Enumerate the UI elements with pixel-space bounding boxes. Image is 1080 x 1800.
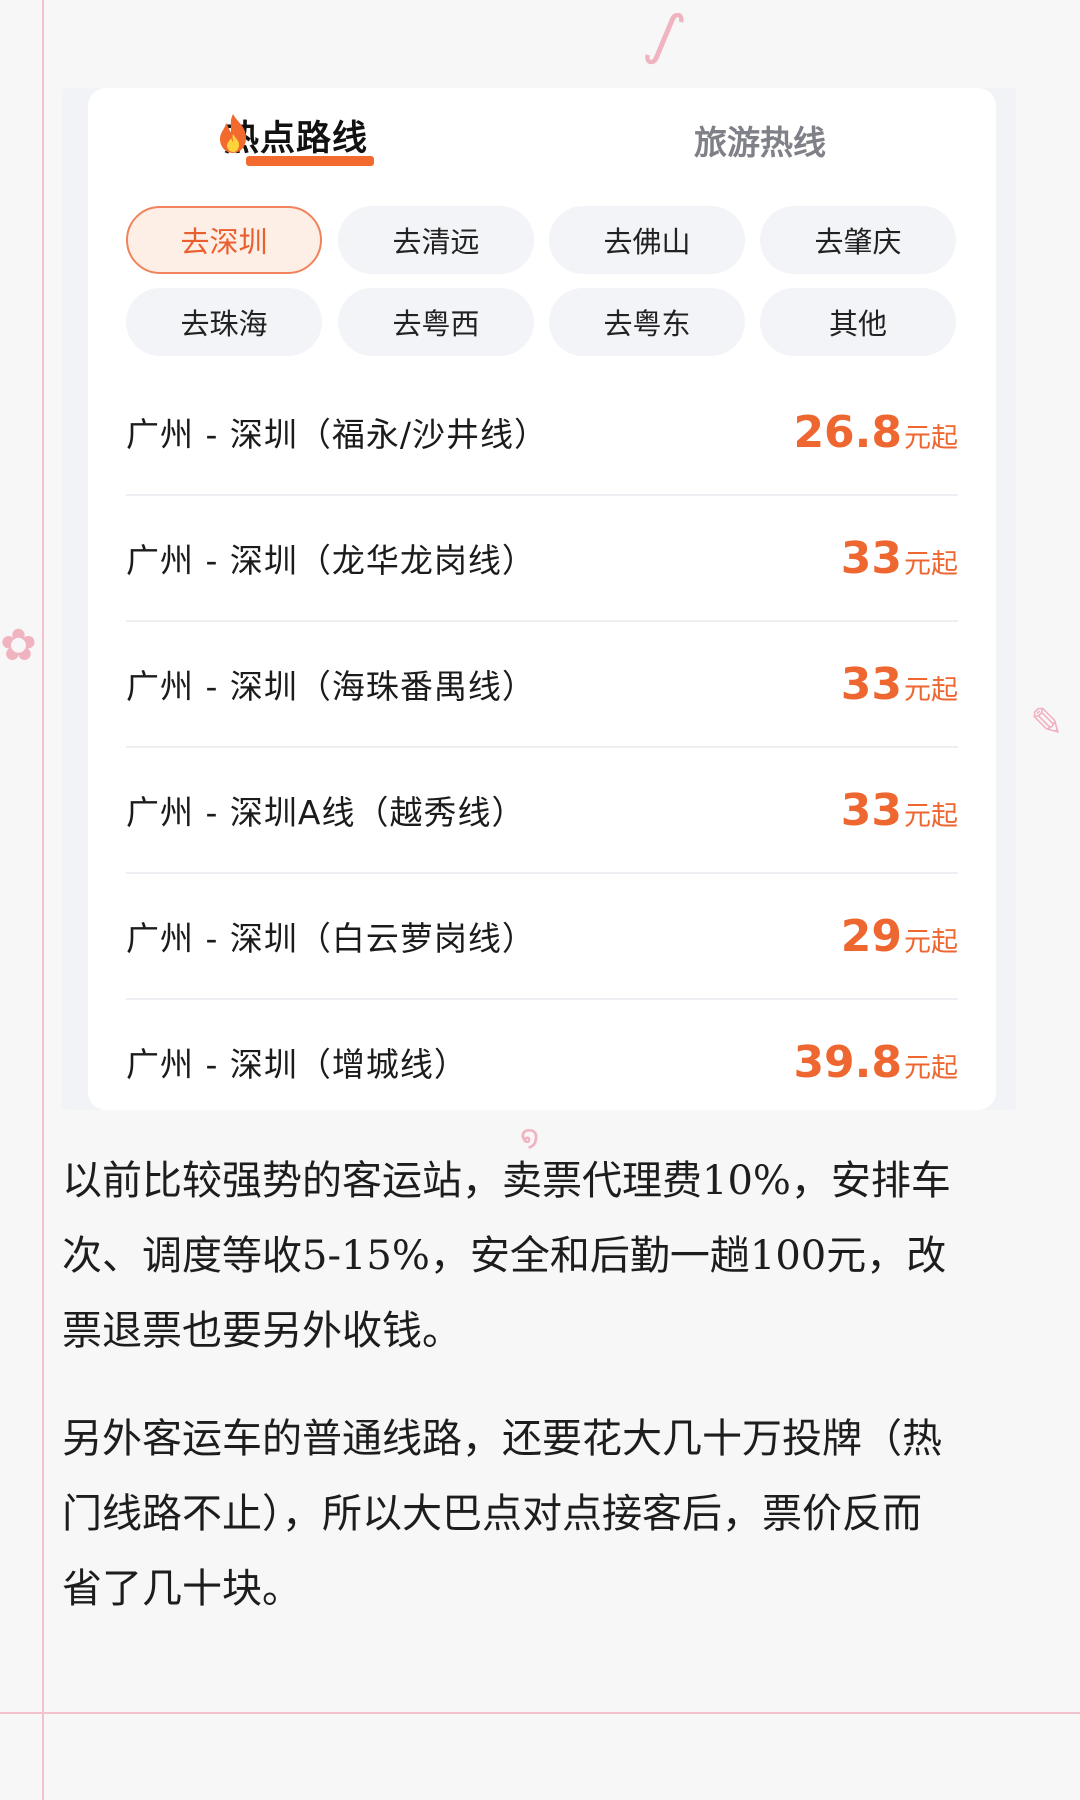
destination-chip-yuedong[interactable]: 去粤东 <box>549 288 745 356</box>
route-card: 热点路线 旅游热线 去深圳 去清远 去佛山 去肇庆 去珠海 去粤西 去粤东 其他… <box>88 88 996 1110</box>
route-name: 广州 - 深圳（增城线） <box>126 1045 468 1084</box>
doodle-icon: ✿ <box>0 620 37 671</box>
price-unit: 元起 <box>904 1052 958 1084</box>
route-name: 广州 - 深圳A线（越秀线） <box>126 793 526 832</box>
route-row[interactable]: 广州 - 深圳（增城线） 39.8 元起 <box>126 1000 958 1124</box>
route-name: 广州 - 深圳（海珠番禺线） <box>126 667 536 706</box>
route-name: 广州 - 深圳（龙华龙岗线） <box>126 541 536 580</box>
route-row[interactable]: 广州 - 深圳（白云萝岗线） 29 元起 <box>126 874 958 998</box>
flame-icon <box>220 114 246 153</box>
article-line: 另外客运车的普通线路，还要花大几十万投牌（热 <box>62 1416 942 1462</box>
article-paragraph-2: 另外客运车的普通线路，还要花大几十万投牌（热 门线路不止），所以大巴点对点接客后… <box>62 1402 1022 1627</box>
route-price: 33 元起 <box>841 533 958 584</box>
price-value: 33 <box>840 784 902 836</box>
route-row[interactable]: 广州 - 深圳（海珠番禺线） 33 元起 <box>126 622 958 746</box>
article-line: 以前比较强势的客运站，卖票代理费10%，安排车 <box>62 1158 951 1204</box>
app-screenshot: 热点路线 旅游热线 去深圳 去清远 去佛山 去肇庆 去珠海 去粤西 去粤东 其他… <box>62 88 1016 1110</box>
destination-chip-yuexi[interactable]: 去粤西 <box>338 288 534 356</box>
tab-travel-routes[interactable]: 旅游热线 <box>694 116 826 172</box>
destination-chip-foshan[interactable]: 去佛山 <box>549 206 745 274</box>
route-price: 29 元起 <box>841 911 958 962</box>
route-price: 33 元起 <box>841 659 958 710</box>
price-unit: 元起 <box>904 422 958 454</box>
article-line: 次、调度等收5-15%，安全和后勤一趟100元，改 <box>62 1233 947 1279</box>
route-price: 26.8 元起 <box>793 407 958 458</box>
price-unit: 元起 <box>904 800 958 832</box>
article-paragraph-1: 以前比较强势的客运站，卖票代理费10%，安排车 次、调度等收5-15%，安全和后… <box>62 1144 1022 1369</box>
tab-bar: 热点路线 旅游热线 <box>88 88 996 184</box>
price-unit: 元起 <box>904 548 958 580</box>
destination-chip-zhaoqing[interactable]: 去肇庆 <box>760 206 956 274</box>
doodle-icon: ∫ <box>638 0 693 74</box>
article-line: 省了几十块。 <box>62 1566 302 1612</box>
tab-hot-routes[interactable]: 热点路线 <box>220 110 375 166</box>
route-row[interactable]: 广州 - 深圳（龙华龙岗线） 33 元起 <box>126 496 958 620</box>
destination-chip-shenzhen[interactable]: 去深圳 <box>126 206 322 274</box>
price-value: 29 <box>840 910 902 962</box>
route-name: 广州 - 深圳（白云萝岗线） <box>126 919 536 958</box>
destination-chip-qingyuan[interactable]: 去清远 <box>338 206 534 274</box>
doodle-icon: ✎ <box>1030 700 1064 746</box>
destination-chip-other[interactable]: 其他 <box>760 288 956 356</box>
route-row[interactable]: 广州 - 深圳A线（越秀线） 33 元起 <box>126 748 958 872</box>
price-unit: 元起 <box>904 926 958 958</box>
article-line: 票退票也要另外收钱。 <box>62 1308 462 1354</box>
price-value: 33 <box>840 532 902 584</box>
route-price: 39.8 元起 <box>793 1037 958 1088</box>
price-value: 39.8 <box>793 1036 902 1088</box>
notebook-rule-line <box>0 1712 1080 1714</box>
route-price: 33 元起 <box>841 785 958 836</box>
route-row[interactable]: 广州 - 深圳（福永/沙井线） 26.8 元起 <box>126 370 958 494</box>
route-name: 广州 - 深圳（福永/沙井线） <box>126 415 549 454</box>
notebook-margin-line <box>42 0 44 1800</box>
price-unit: 元起 <box>904 674 958 706</box>
destination-chip-zhuhai[interactable]: 去珠海 <box>126 288 322 356</box>
article-line: 门线路不止），所以大巴点对点接客后，票价反而 <box>62 1491 922 1537</box>
price-value: 26.8 <box>793 406 902 458</box>
price-value: 33 <box>840 658 902 710</box>
